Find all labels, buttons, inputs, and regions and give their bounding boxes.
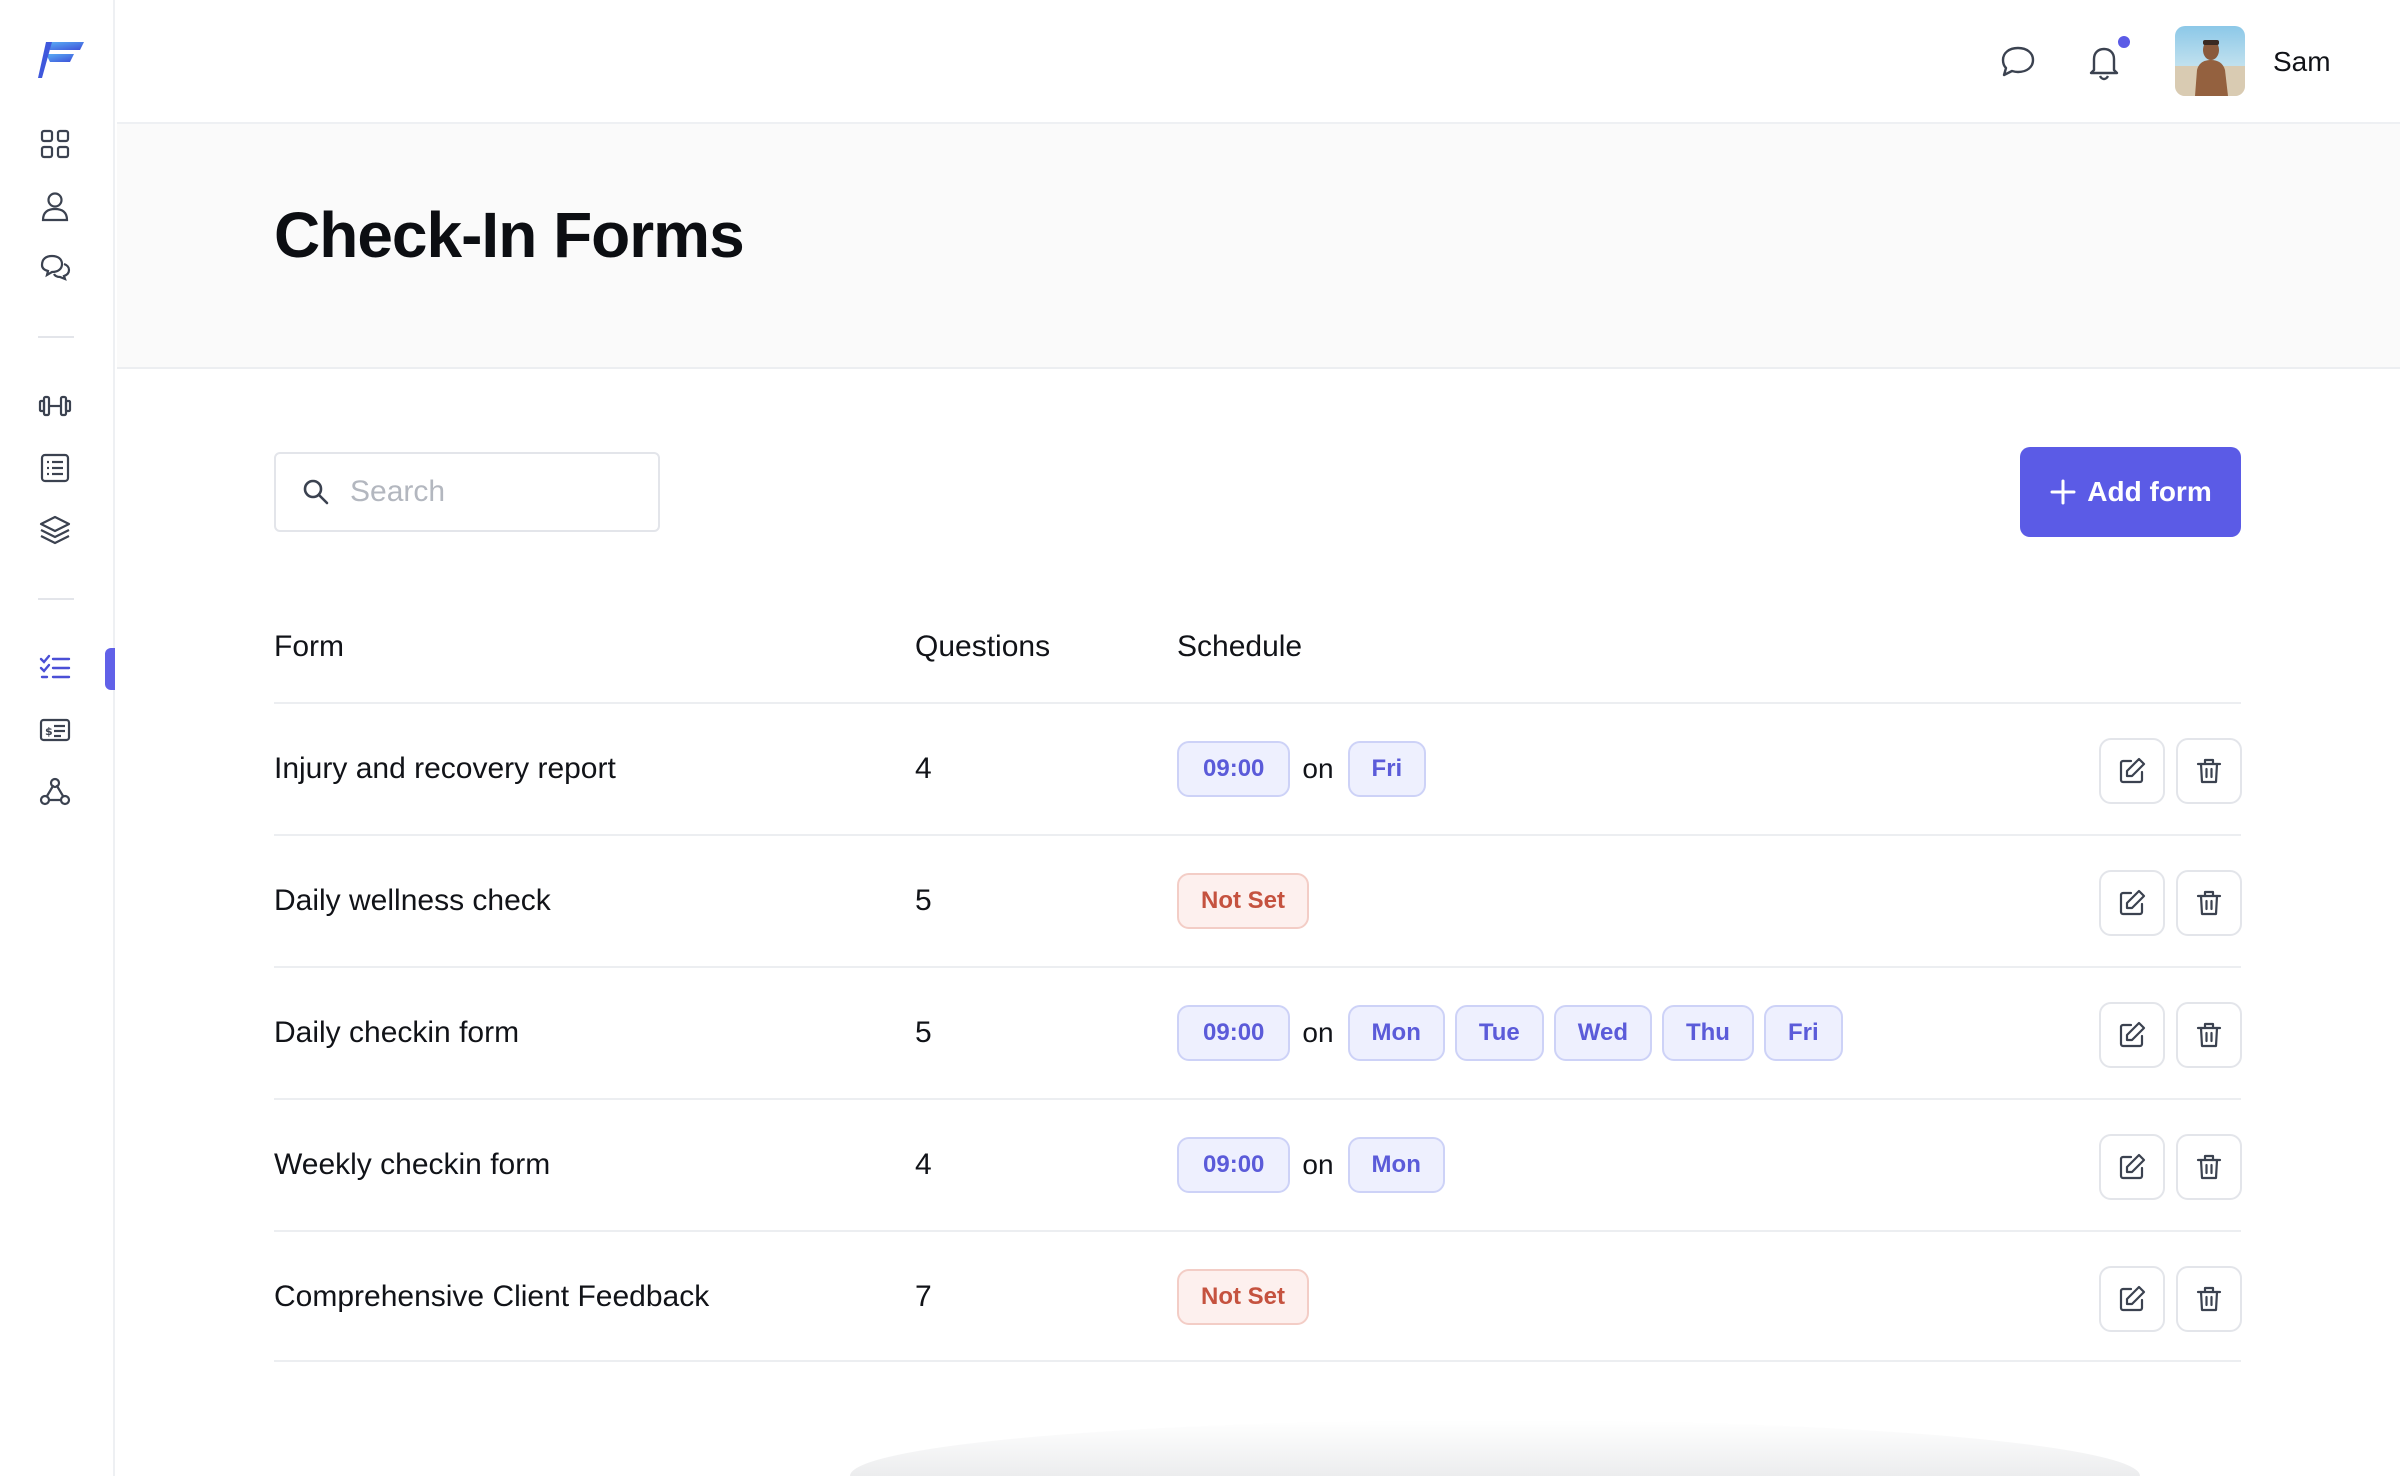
edit-button[interactable] (2099, 1002, 2165, 1068)
column-header-schedule[interactable]: Schedule (1177, 630, 1302, 664)
day-chip: Mon (1347, 1137, 1445, 1193)
delete-button[interactable] (2176, 738, 2242, 804)
table-row[interactable]: Daily wellness check 5 Not Set (274, 834, 2242, 966)
table-row[interactable]: Comprehensive Client Feedback 7 Not Set (274, 1230, 2242, 1362)
edit-icon (2119, 889, 2146, 916)
checklist-icon (39, 654, 71, 679)
on-label: on (1302, 1149, 1334, 1180)
schedule-time-chip: 09:00 (1177, 1005, 1291, 1061)
trash-icon (2196, 1286, 2222, 1312)
sidebar-item-clients[interactable] (33, 184, 77, 228)
question-count: 4 (915, 1148, 932, 1181)
question-count: 5 (915, 884, 932, 917)
user-photo-icon (2175, 26, 2245, 96)
page-title: Check-In Forms (274, 199, 745, 271)
question-count: 4 (915, 752, 932, 785)
sidebar: $ (0, 0, 115, 1476)
sidebar-item-library[interactable] (33, 508, 77, 552)
sidebar-divider (38, 598, 74, 600)
edit-icon (2119, 1285, 2146, 1312)
schedule-cell: 09:00 on Mon (1177, 1137, 1455, 1193)
trash-icon (2196, 1022, 2222, 1048)
edit-icon (2119, 1021, 2146, 1048)
day-chip: Wed (1553, 1005, 1652, 1061)
not-set-badge: Not Set (1177, 1269, 1309, 1325)
user-name[interactable]: Sam (2273, 46, 2331, 78)
form-name[interactable]: Comprehensive Client Feedback (274, 1280, 709, 1314)
sidebar-item-programs[interactable] (33, 446, 77, 490)
schedule-cell: Not Set (1177, 1269, 1319, 1325)
table-row[interactable]: Daily checkin form 5 09:00 on Mon Tue We… (274, 966, 2242, 1098)
day-chip: Tue (1454, 1005, 1544, 1061)
form-name[interactable]: Injury and recovery report (274, 752, 616, 786)
day-chip: Mon (1347, 1005, 1445, 1061)
form-name[interactable]: Daily checkin form (274, 1016, 519, 1050)
table-row[interactable]: Injury and recovery report 4 09:00 on Fr… (274, 702, 2242, 834)
column-header-form[interactable]: Form (274, 630, 344, 664)
edit-icon (2119, 1153, 2146, 1180)
sidebar-item-workouts[interactable] (33, 384, 77, 428)
floating-panel-shadow (850, 1420, 2140, 1476)
chat-bubble-icon (2001, 46, 2035, 77)
sidebar-item-dashboard[interactable] (33, 122, 77, 166)
notification-badge (2116, 34, 2132, 50)
sidebar-item-check-in-forms[interactable] (33, 646, 77, 690)
add-form-label: Add form (2087, 476, 2212, 507)
grid-icon (40, 129, 70, 159)
messages-button[interactable] (1994, 38, 2042, 86)
edit-icon (2119, 757, 2146, 784)
active-nav-indicator (105, 648, 115, 690)
sidebar-item-messages[interactable] (33, 246, 77, 290)
table-row[interactable]: Weekly checkin form 4 09:00 on Mon (274, 1098, 2242, 1230)
on-label: on (1302, 753, 1334, 784)
day-chip: Thu (1661, 1005, 1754, 1061)
trash-icon (2196, 758, 2222, 784)
chat-icon (40, 254, 71, 281)
dumbbell-icon (38, 395, 72, 417)
edit-button[interactable] (2099, 870, 2165, 936)
add-form-button[interactable]: Add form (2020, 447, 2241, 537)
edit-button[interactable] (2099, 738, 2165, 804)
day-chip: Fri (1763, 1005, 1843, 1061)
list-icon (40, 453, 70, 483)
schedule-time-chip: 09:00 (1177, 1137, 1291, 1193)
brand-logo-icon[interactable] (36, 38, 86, 80)
search-input[interactable] (350, 475, 650, 509)
column-header-questions[interactable]: Questions (915, 630, 1050, 664)
search-box[interactable] (274, 452, 660, 532)
svg-text:$: $ (45, 725, 53, 738)
form-name[interactable]: Daily wellness check (274, 884, 551, 918)
edit-button[interactable] (2099, 1266, 2165, 1332)
on-label: on (1302, 1017, 1334, 1048)
user-icon (41, 192, 69, 222)
webhook-icon (39, 777, 71, 806)
layers-icon (39, 515, 71, 545)
trash-icon (2196, 1154, 2222, 1180)
avatar[interactable] (2175, 26, 2245, 96)
question-count: 5 (915, 1016, 932, 1049)
day-chip: Fri (1347, 741, 1427, 797)
schedule-time-chip: 09:00 (1177, 741, 1291, 797)
schedule-cell: 09:00 on Mon Tue Wed Thu Fri (1177, 1005, 1853, 1061)
sidebar-item-payments[interactable]: $ (33, 708, 77, 752)
billing-icon: $ (39, 718, 71, 742)
schedule-cell: Not Set (1177, 873, 1319, 929)
delete-button[interactable] (2176, 1134, 2242, 1200)
schedule-cell: 09:00 on Fri (1177, 741, 1436, 797)
edit-button[interactable] (2099, 1134, 2165, 1200)
plus-icon (2050, 479, 2076, 505)
delete-button[interactable] (2176, 1002, 2242, 1068)
trash-icon (2196, 890, 2222, 916)
delete-button[interactable] (2176, 1266, 2242, 1332)
form-name[interactable]: Weekly checkin form (274, 1148, 550, 1182)
not-set-badge: Not Set (1177, 873, 1309, 929)
sidebar-item-integrations[interactable] (33, 770, 77, 814)
delete-button[interactable] (2176, 870, 2242, 936)
question-count: 7 (915, 1280, 932, 1313)
top-bar (117, 0, 2400, 124)
sidebar-divider (38, 336, 74, 338)
search-icon (303, 479, 329, 505)
